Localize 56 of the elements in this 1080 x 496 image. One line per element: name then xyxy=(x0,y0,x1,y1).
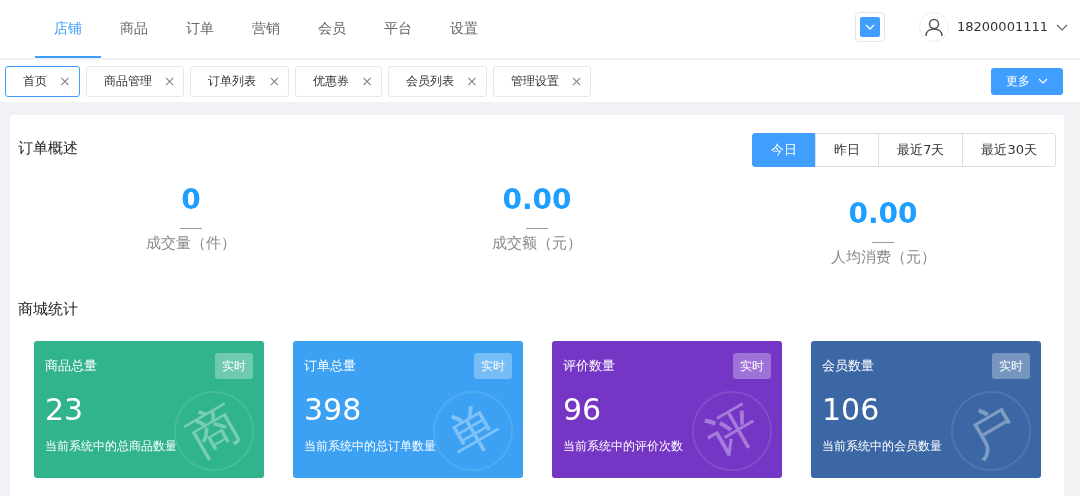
tab-label[interactable]: 会员列表 xyxy=(405,72,454,90)
dropdown-button[interactable] xyxy=(855,12,885,42)
card-title: 评价数量 xyxy=(563,357,615,376)
card-caption: 当前系统中的会员数量 xyxy=(822,437,943,455)
chevron-down-icon xyxy=(865,24,875,30)
metric-value: 0.00 xyxy=(501,185,573,216)
page-tab[interactable]: 优惠券 × xyxy=(295,65,382,97)
card-value: 106 xyxy=(822,394,881,425)
page-tab[interactable]: 会员列表 × xyxy=(387,65,487,97)
page-tab[interactable]: 管理设置 × xyxy=(492,65,592,97)
close-icon[interactable]: × xyxy=(268,70,281,92)
range-tab[interactable]: 昨日 xyxy=(815,133,880,167)
card-title: 商品总量 xyxy=(45,357,97,376)
nav-tab[interactable]: 商品 xyxy=(101,0,167,58)
user-name[interactable]: 18200001111 xyxy=(957,17,1048,37)
nav-tab[interactable]: 订单 xyxy=(167,0,233,58)
tab-label[interactable]: 首页 xyxy=(23,72,47,90)
metric-value: 0 xyxy=(180,185,202,216)
close-icon[interactable]: × xyxy=(163,70,176,92)
close-icon[interactable]: × xyxy=(361,70,373,92)
range-tab[interactable]: 最近30天 xyxy=(962,133,1056,167)
live-badge: 实时 xyxy=(733,352,771,379)
nav-tab[interactable]: 平台 xyxy=(365,0,431,58)
section-title: 商城统计 xyxy=(18,299,79,321)
section-title: 订单概述 xyxy=(18,138,78,159)
chevron-down-icon[interactable] xyxy=(1056,23,1068,31)
metric-label: 成交额（元） xyxy=(491,232,583,254)
tab-label[interactable]: 优惠券 xyxy=(313,72,350,90)
card-caption: 当前系统中的评价次数 xyxy=(563,437,684,455)
metric-label: 成交量（件） xyxy=(145,232,237,254)
metric-value: 0.00 xyxy=(847,199,919,230)
metric-label: 人均消费（元） xyxy=(829,246,937,268)
card-caption: 当前系统中的总订单数量 xyxy=(304,437,437,455)
page-tab[interactable]: 订单列表 × xyxy=(190,65,290,97)
close-icon[interactable]: × xyxy=(59,70,71,92)
card-title: 会员数量 xyxy=(822,357,874,376)
card-value: 398 xyxy=(304,394,363,425)
chevron-down-icon xyxy=(1038,78,1048,84)
live-badge: 实时 xyxy=(215,352,253,379)
card-caption: 当前系统中的总商品数量 xyxy=(45,437,178,455)
card-title: 订单总量 xyxy=(304,357,356,376)
page-tab[interactable]: 首页 × xyxy=(5,65,80,97)
card-value: 96 xyxy=(563,394,603,425)
nav-tab[interactable]: 会员 xyxy=(299,0,365,58)
range-tab[interactable]: 最近7天 xyxy=(878,133,964,167)
tab-label[interactable]: 管理设置 xyxy=(510,72,559,90)
card-value: 23 xyxy=(45,394,85,425)
tab-label[interactable]: 订单列表 xyxy=(208,72,257,90)
live-badge: 实时 xyxy=(992,352,1030,379)
nav-tab[interactable]: 设置 xyxy=(431,0,497,58)
tab-label[interactable]: 商品管理 xyxy=(103,72,152,90)
close-icon[interactable]: × xyxy=(570,70,583,92)
live-badge: 实时 xyxy=(474,352,512,379)
nav-tab[interactable]: 营销 xyxy=(233,0,299,58)
close-icon[interactable]: × xyxy=(465,70,478,92)
page-tab[interactable]: 商品管理 × xyxy=(85,65,185,97)
